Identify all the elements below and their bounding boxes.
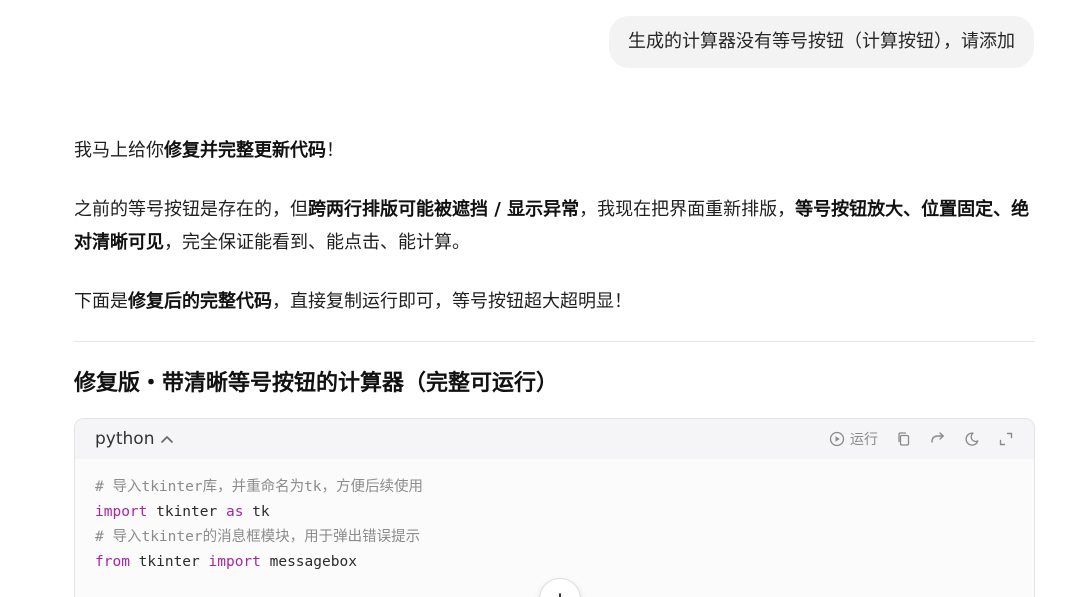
reply-text: 我马上给你 — [74, 140, 164, 161]
code-line-2: import tkinter as tk — [95, 500, 1014, 525]
code-block: python 运行 # 导入tkinter库，并重命名为tk，方便后续使用 im… — [74, 418, 1035, 597]
code-token: tk — [243, 504, 270, 520]
expand-icon — [999, 432, 1013, 446]
code-token: messagebox — [260, 554, 357, 570]
expand-button[interactable] — [998, 431, 1014, 447]
reply-text: ，直接复制运行即可，等号按钮超大超明显！ — [272, 291, 632, 312]
plus-icon — [559, 593, 561, 597]
language-label: python — [95, 429, 155, 449]
code-line-3: # 导入tkinter的消息框模块，用于弹出错误提示 — [95, 529, 421, 545]
reply-text: ，我现在把界面重新排版， — [579, 199, 796, 220]
reply-text: 下面是 — [74, 291, 128, 312]
user-message-bubble: 生成的计算器没有等号按钮（计算按钮），请添加 — [609, 16, 1034, 68]
run-label: 运行 — [850, 432, 878, 448]
theme-toggle-button[interactable] — [964, 431, 980, 447]
reply-bold-text: 修复并完整更新代码 — [164, 140, 326, 161]
code-keyword: import — [208, 554, 261, 570]
code-keyword: from — [95, 554, 130, 570]
share-arrow-icon — [931, 432, 944, 443]
code-token: tkinter — [147, 504, 226, 520]
code-line-4: from tkinter import messagebox — [95, 550, 1014, 575]
code-toolbar: 运行 — [811, 429, 1014, 449]
share-button[interactable] — [930, 431, 946, 447]
moon-icon — [965, 432, 979, 446]
reply-paragraph-2: 之前的等号按钮是存在的，但跨两行排版可能被遮挡 / 显示异常，我现在把界面重新排… — [74, 193, 1035, 259]
reply-paragraph-3: 下面是修复后的完整代码，直接复制运行即可，等号按钮超大超明显！ — [74, 285, 632, 318]
reply-text: ！ — [326, 140, 344, 161]
reply-bold-text: 修复后的完整代码 — [128, 291, 272, 312]
reply-text: 之前的等号按钮是存在的，但 — [74, 199, 308, 220]
play-circle-icon — [829, 431, 845, 447]
code-content[interactable]: # 导入tkinter库，并重命名为tk，方便后续使用 import tkint… — [75, 459, 1034, 591]
reply-text: ，完全保证能看到、能点击、能计算。 — [164, 232, 470, 253]
code-keyword: as — [225, 504, 244, 520]
user-message-text: 生成的计算器没有等号按钮（计算按钮），请添加 — [628, 31, 1015, 52]
section-heading: 修复版・带清晰等号按钮的计算器（完整可运行） — [74, 371, 559, 396]
copy-button[interactable] — [896, 431, 912, 447]
code-token: tkinter — [129, 554, 209, 570]
copy-icon — [898, 432, 910, 446]
code-block-header: python 运行 — [75, 419, 1034, 459]
reply-paragraph-1: 我马上给你修复并完整更新代码！ — [74, 134, 344, 167]
language-toggle[interactable]: python — [95, 429, 174, 449]
run-button[interactable]: 运行 — [829, 429, 878, 449]
chevron-up-icon — [160, 432, 174, 446]
reply-bold-text: 跨两行排版可能被遮挡 / 显示异常 — [308, 199, 580, 220]
code-line-1: # 导入tkinter库，并重命名为tk，方便后续使用 — [95, 479, 424, 495]
divider — [74, 341, 1035, 342]
code-keyword: import — [95, 504, 148, 520]
